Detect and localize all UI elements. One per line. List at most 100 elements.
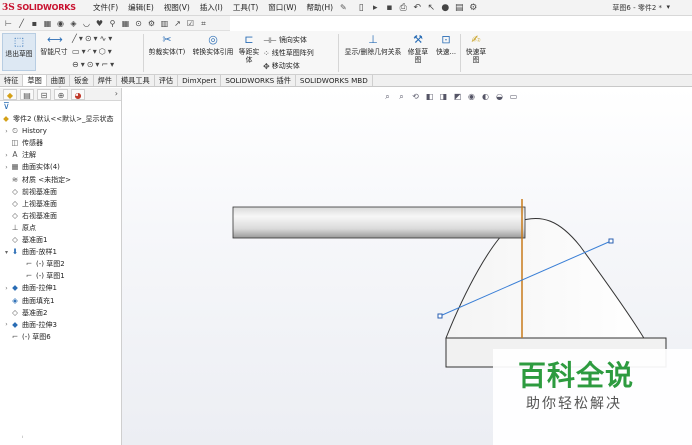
plane-icon: ◇ [12, 307, 18, 317]
table-icon[interactable]: ▦ [42, 18, 53, 29]
tree-item[interactable]: › ◆ 曲面-拉伸3 [3, 319, 57, 331]
tree-item[interactable]: ◇ 前视基准面 [3, 186, 57, 198]
graphics-area[interactable]: ⌕ ⌕ ⟲ ◧ ◨ ◩ ◉ ◐ ◒ ▭ 百科全说 助你轻松解决 [122, 88, 692, 445]
filter-icon[interactable]: ⊽ [0, 101, 121, 113]
menu-file[interactable]: 文件(F) [88, 2, 123, 13]
tab-evaluate[interactable]: 评估 [155, 75, 179, 86]
chevron-right-icon[interactable]: › [3, 321, 10, 328]
tree-item[interactable]: ⌐ (-) 草图2 [17, 258, 65, 270]
arrow-icon[interactable]: ↗ [172, 18, 183, 29]
display-manager-tab-icon[interactable]: ◕ [71, 88, 85, 100]
chevron-right-icon[interactable]: › [115, 89, 118, 98]
select-icon[interactable]: ↖ [425, 2, 438, 14]
display-relations-button[interactable]: ⊥ 显示/删除几何关系 [342, 33, 404, 56]
tree-root-part[interactable]: ◆ 零件2 (默认<<默认>_显示状态 [1, 113, 114, 125]
menu-insert[interactable]: 插入(I) [195, 2, 228, 13]
gear-small-icon[interactable]: ⚙ [146, 18, 157, 29]
sketch-toolbar-row: ⊢ ╱ ▪ ▦ ◉ ◈ ◡ ♥ ⚲ ▦ ⊙ ⚙ ▥ ↗ ☑ ⌗ [0, 16, 230, 31]
sketch-endpoint-handle[interactable] [608, 238, 614, 244]
exit-sketch-button[interactable]: ⬚ 退出草图 [2, 33, 36, 71]
tree-item[interactable]: ◇ 上视基准面 [3, 198, 57, 210]
cube-icon[interactable]: ◈ [68, 18, 79, 29]
save-as-icon[interactable]: ▪ [29, 18, 40, 29]
menu-view[interactable]: 视图(V) [159, 2, 195, 13]
undo-icon[interactable]: ↶ [411, 2, 424, 14]
heart-icon[interactable]: ♥ [94, 18, 105, 29]
dropdown-icon: ▾ [95, 60, 100, 69]
tree-root-label: 零件2 (默认<<默认>_显示状态 [13, 115, 114, 123]
menu-help[interactable]: 帮助(H) [302, 2, 339, 13]
new-document-icon[interactable]: ▯ [355, 2, 368, 14]
tree-item[interactable]: › ▦ 曲面实体(4) [3, 161, 60, 173]
menu-tools[interactable]: 工具(T) [228, 2, 263, 13]
smart-dimension-button[interactable]: ⟷ 智能尺寸 [38, 33, 70, 56]
tree-item[interactable]: › A 注解 [3, 149, 36, 161]
line-tools-group[interactable]: ╱ ▾ ⊙ ▾ ∿ ▾ [72, 34, 112, 43]
save-icon[interactable]: ▪ [383, 2, 396, 14]
tab-solidworks-addins[interactable]: SOLIDWORKS 插件 [221, 75, 296, 86]
tree-item[interactable]: ◇ 基准面1 [3, 234, 47, 246]
chevron-right-icon[interactable]: › [3, 128, 10, 135]
tab-features[interactable]: 特征 [0, 75, 24, 86]
checklist-icon[interactable]: ☑ [185, 18, 196, 29]
chevron-right-icon[interactable]: › [3, 152, 10, 159]
panel-grip-icon[interactable]: ◦ [58, 84, 62, 91]
tree-item[interactable]: ▾ ⬇ 曲面-放样1 [3, 246, 57, 258]
tab-weldments[interactable]: 焊件 [94, 75, 117, 86]
options-gear-icon[interactable]: ⚙ [467, 2, 480, 14]
tree-item[interactable]: ◫ 传感器 [3, 137, 43, 149]
sphere-icon[interactable]: ◉ [55, 18, 66, 29]
mirror-entities-button[interactable]: ⊣⊢ 镜向实体 [263, 35, 307, 45]
print-icon[interactable]: ⎙ [397, 2, 410, 14]
convert-entities-button[interactable]: ◎ 转换实体引用 [190, 33, 236, 56]
quick-snaps-button[interactable]: ⊡ 快速... [433, 33, 459, 56]
file-properties-icon[interactable]: ▤ [453, 2, 466, 14]
tree-item[interactable]: ⊥ 原点 [3, 222, 36, 234]
tab-sketch[interactable]: 草图 [23, 75, 47, 86]
property-manager-tab-icon[interactable]: ▤ [20, 88, 34, 100]
tree-item[interactable]: ◇ 基准面2 [3, 307, 47, 319]
tab-sheet-metal[interactable]: 钣金 [70, 75, 94, 86]
tree-item[interactable]: › ⏲ History [3, 125, 47, 137]
chevron-right-icon[interactable]: › [3, 164, 10, 171]
tree-item[interactable]: ⌐ (-) 草图1 [17, 270, 65, 282]
title-dropdown-icon[interactable]: ▾ [666, 3, 670, 11]
move-entities-button[interactable]: ✥ 移动实体 [263, 61, 300, 71]
rapid-sketch-button[interactable]: ✍ 快速草图 [463, 33, 489, 64]
tree-item[interactable]: ⌐ (-) 草图6 [3, 331, 51, 343]
tree-item[interactable]: ◇ 右视基准面 [3, 210, 57, 222]
chevron-down-icon[interactable]: ▾ [3, 249, 10, 256]
dimension-icon[interactable]: ⌗ [198, 18, 209, 29]
layers-icon[interactable]: ▥ [159, 18, 170, 29]
line-tool-icon[interactable]: ╱ [16, 18, 27, 29]
feature-tree-tab-icon[interactable]: ◆ [3, 88, 17, 100]
solidworks-logo[interactable]: 3S SOLIDWORKS [0, 3, 88, 13]
menu-window[interactable]: 窗口(W) [263, 2, 301, 13]
chevron-right-icon[interactable]: › [3, 285, 10, 292]
sketch-endpoint-handle[interactable] [437, 313, 443, 319]
configuration-tab-icon[interactable]: ⊟ [37, 88, 51, 100]
linear-pattern-button[interactable]: ⁘ 线性草图阵列 [263, 48, 314, 58]
bowl-icon[interactable]: ◡ [81, 18, 92, 29]
extruded-cylinder[interactable] [232, 206, 526, 239]
pin-icon[interactable]: ✎ [340, 3, 347, 12]
tree-item[interactable]: › ◆ 曲面-拉伸1 [3, 282, 57, 294]
offset-entities-button[interactable]: ⊏ 等距实体 [238, 33, 260, 64]
grid-icon[interactable]: ▦ [120, 18, 131, 29]
open-icon[interactable]: ▸ [369, 2, 382, 14]
sketch-tool-icon[interactable]: ⊢ [3, 18, 14, 29]
pin-location-icon[interactable]: ⚲ [107, 18, 118, 29]
repair-sketch-button[interactable]: ⚒ 修复草图 [406, 33, 430, 64]
tree-item[interactable]: ◈ 曲面填充1 [3, 295, 54, 307]
rebuild-icon[interactable]: ● [439, 2, 452, 14]
shape-tools-group[interactable]: ▭ ▾ ◜ ▾ ⬡ ▾ [72, 47, 112, 56]
slot-tools-group[interactable]: ⊖ ▾ ⊙ ▾ ⌐ ▾ [72, 60, 114, 69]
menu-edit[interactable]: 编辑(E) [123, 2, 159, 13]
trim-entities-button[interactable]: ✂ 剪裁实体(T) [146, 33, 188, 56]
tab-solidworks-mbd[interactable]: SOLIDWORKS MBD [296, 75, 373, 86]
magnet-icon[interactable]: ⊙ [133, 18, 144, 29]
tree-item[interactable]: ≋ 材质 <未指定> [3, 174, 71, 186]
tab-dimxpert[interactable]: DimXpert [178, 75, 222, 86]
tree-item-label: 基准面1 [22, 236, 48, 244]
tab-mold-tools[interactable]: 模具工具 [117, 75, 155, 86]
